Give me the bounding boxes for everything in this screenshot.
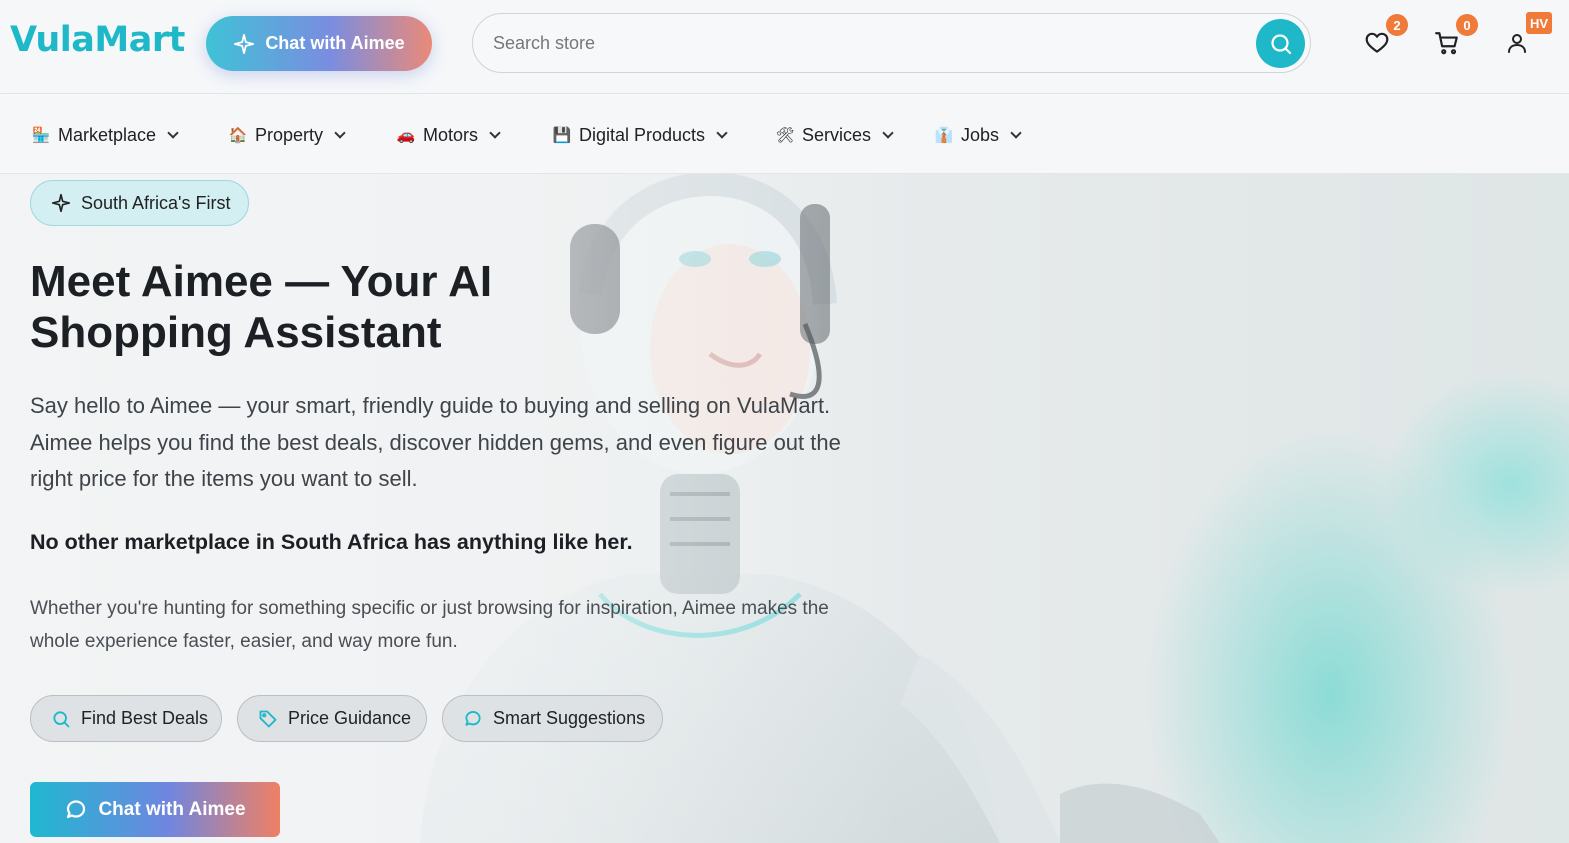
chevron-down-icon	[882, 126, 894, 139]
account-button[interactable]: HV	[1502, 12, 1552, 58]
category-nav: 🏪 Marketplace 🏠 Property 🚗 Motors 💾 Digi…	[0, 94, 1569, 174]
chevron-down-icon	[489, 126, 501, 139]
nav-item-jobs[interactable]: 👔 Jobs	[934, 122, 1022, 148]
badge-label: South Africa's First	[81, 192, 231, 213]
smart-suggestions-chip[interactable]: Smart Suggestions	[442, 695, 663, 742]
nav-item-label: Property	[255, 124, 324, 145]
suit-icon: 👔	[934, 127, 954, 144]
heart-icon	[1365, 32, 1389, 53]
site-logo[interactable]: VulaMart	[10, 20, 185, 60]
wishlist-button[interactable]: 2	[1362, 14, 1408, 58]
wishlist-count-badge: 2	[1386, 14, 1408, 36]
tools-icon: 🛠	[775, 127, 795, 144]
hero-intro: Say hello to Aimee — your smart, friendl…	[30, 393, 841, 491]
nav-item-services[interactable]: 🛠 Services	[775, 122, 894, 148]
chip-label: Smart Suggestions	[493, 708, 646, 728]
chevron-down-icon	[334, 126, 346, 139]
chat-with-aimee-header-label: Chat with Aimee	[265, 33, 405, 53]
south-africas-first-badge: South Africa's First	[30, 180, 249, 226]
cart-button[interactable]: 0	[1432, 14, 1478, 58]
site-header: VulaMart Chat with Aimee 2 0 HV	[0, 0, 1569, 94]
search-button[interactable]	[1256, 19, 1305, 68]
store-icon: 🏪	[31, 127, 51, 144]
cta-label: Chat with Aimee	[98, 798, 246, 820]
search-icon	[1270, 33, 1291, 54]
nav-item-label: Services	[802, 124, 872, 145]
sparkle-icon	[51, 193, 71, 213]
tag-icon	[259, 710, 277, 727]
search-bar	[472, 13, 1311, 73]
search-icon	[53, 710, 70, 727]
hero-section: South Africa's First Meet Aimee — Your A…	[0, 174, 1569, 843]
nav-item-motors[interactable]: 🚗 Motors	[396, 122, 501, 148]
nav-item-property[interactable]: 🏠 Property	[228, 122, 346, 148]
nav-item-label: Jobs	[961, 124, 1000, 145]
account-initials-badge: HV	[1525, 12, 1552, 34]
chip-label: Price Guidance	[288, 708, 412, 728]
chevron-down-icon	[167, 126, 179, 139]
floppy-disk-icon: 💾	[552, 127, 572, 144]
user-icon	[1508, 34, 1526, 53]
nav-item-label: Marketplace	[58, 124, 157, 145]
nav-item-label: Digital Products	[579, 124, 706, 145]
nav-item-label: Motors	[423, 124, 479, 145]
cart-count-badge: 0	[1456, 14, 1478, 36]
nav-item-marketplace[interactable]: 🏪 Marketplace	[31, 122, 179, 148]
chat-with-aimee-header-button[interactable]: Chat with Aimee	[206, 16, 432, 71]
chevron-down-icon	[1010, 126, 1022, 139]
chat-with-aimee-cta-button[interactable]: Chat with Aimee	[30, 782, 280, 837]
hero-highlight: No other marketplace in South Africa has…	[30, 530, 633, 554]
sparkle-icon	[234, 33, 255, 54]
find-best-deals-chip[interactable]: Find Best Deals	[30, 695, 222, 742]
chat-bubble-icon	[465, 710, 481, 726]
chevron-down-icon	[716, 126, 728, 139]
hero-body: Whether you're hunting for something spe…	[30, 598, 829, 652]
hero-title: Meet Aimee — Your AI Shopping Assistant	[30, 257, 493, 357]
price-guidance-chip[interactable]: Price Guidance	[237, 695, 427, 742]
cart-icon	[1435, 32, 1458, 55]
chat-bubble-icon	[67, 799, 86, 818]
nav-item-digital-products[interactable]: 💾 Digital Products	[552, 122, 728, 148]
house-icon: 🏠	[228, 127, 248, 144]
car-icon: 🚗	[396, 127, 416, 144]
chip-label: Find Best Deals	[81, 708, 209, 728]
search-input[interactable]	[493, 28, 1233, 58]
